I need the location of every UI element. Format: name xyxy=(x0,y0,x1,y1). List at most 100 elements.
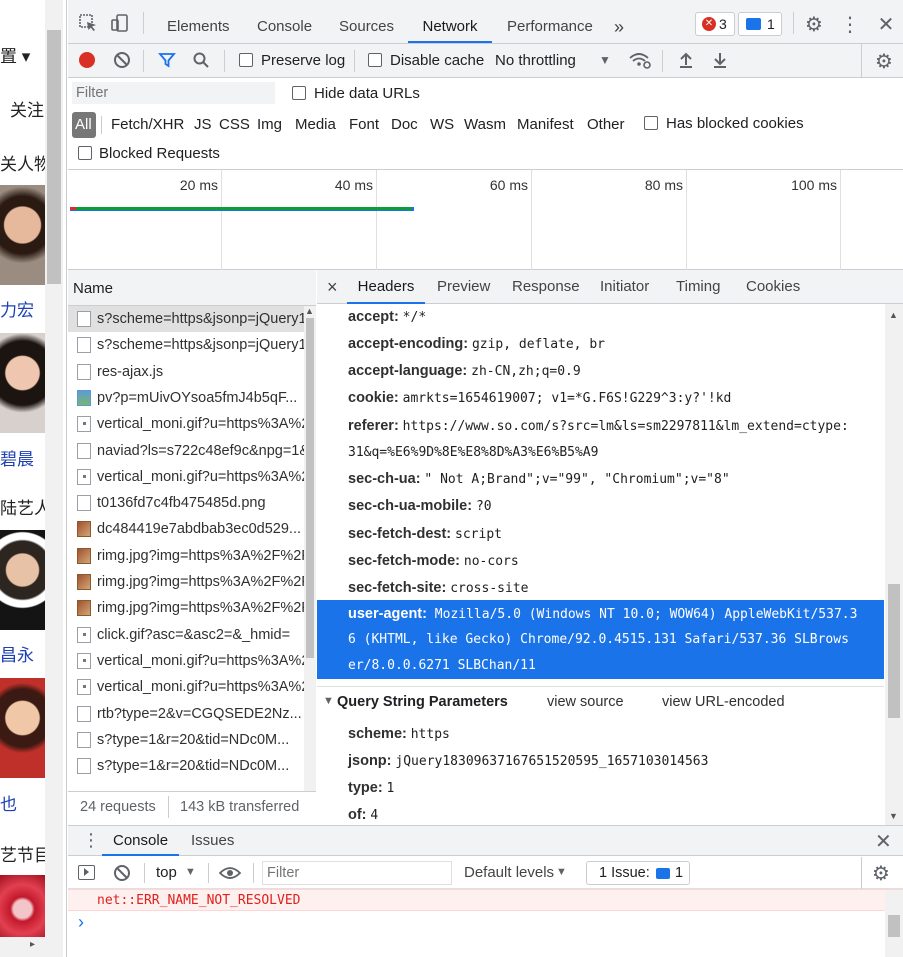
webpage-link-1[interactable]: 力宏 xyxy=(0,296,34,321)
console-scrollbar-thumb[interactable] xyxy=(888,915,900,937)
webpage-fragment-1[interactable]: 置 ▾ xyxy=(0,42,30,67)
query-param-row[interactable]: type: 1 xyxy=(348,779,394,796)
scroll-up-icon[interactable]: ▲ xyxy=(889,310,898,320)
type-filter-js[interactable]: JS xyxy=(194,116,212,133)
export-har-icon[interactable] xyxy=(710,50,730,70)
tab-preview[interactable]: Preview xyxy=(437,270,490,304)
type-filter-ws[interactable]: WS xyxy=(430,116,454,133)
request-header-row[interactable]: sec-ch-ua-mobile: ?0 xyxy=(348,497,492,514)
type-filter-css[interactable]: CSS xyxy=(219,116,250,133)
query-param-row[interactable]: scheme: https xyxy=(348,725,450,742)
request-row[interactable]: vertical_moni.gif?u=https%3A%2 xyxy=(68,648,304,674)
clear-icon[interactable] xyxy=(112,50,132,70)
console-filter-input[interactable] xyxy=(262,861,452,885)
network-conditions-icon[interactable] xyxy=(628,50,652,70)
details-scrollbar[interactable]: ▲ ▼ xyxy=(885,304,903,825)
person-photo[interactable] xyxy=(0,333,45,433)
request-header-row[interactable]: accept-language: zh-CN,zh;q=0.9 xyxy=(348,362,581,379)
request-row[interactable]: naviad?ls=s722c48ef9c&npg=1& xyxy=(68,438,304,464)
view-source-link[interactable]: view source xyxy=(547,694,624,710)
has-blocked-cookies-checkbox[interactable] xyxy=(644,116,658,130)
page-scrollbar[interactable] xyxy=(45,0,63,957)
disable-cache-checkbox[interactable] xyxy=(368,53,382,67)
request-row[interactable]: vertical_moni.gif?u=https%3A%2 xyxy=(68,411,304,437)
tab-timing[interactable]: Timing xyxy=(676,270,720,304)
chevron-down-icon[interactable]: ▼ xyxy=(597,52,613,68)
page-hscrollbar[interactable]: ▸ xyxy=(0,937,45,957)
sidebar-toggle-icon[interactable] xyxy=(78,865,95,880)
blocked-requests-checkbox[interactable] xyxy=(78,146,92,160)
console-error-message[interactable]: net::ERR_NAME_NOT_RESOLVED xyxy=(68,889,903,911)
request-row[interactable]: rimg.jpg?img=https%3A%2F%2F xyxy=(68,569,304,595)
record-icon[interactable] xyxy=(79,52,95,68)
drawer-menu-icon[interactable]: ⋮ xyxy=(82,830,100,851)
issues-counter-button[interactable]: 1 Issue: 1 xyxy=(586,861,690,885)
webpage-link-3[interactable]: 昌永 xyxy=(0,641,34,666)
log-levels-select[interactable]: Default levels xyxy=(464,864,554,881)
request-header-row[interactable]: referer: https://www.so.com/s?src=lm&ls=… xyxy=(348,417,849,434)
type-filter-wasm[interactable]: Wasm xyxy=(464,116,506,133)
triangle-down-icon[interactable]: ▼ xyxy=(323,695,334,707)
inspect-element-icon[interactable] xyxy=(76,13,100,33)
console-prompt[interactable]: › xyxy=(78,912,84,933)
settings-gear-icon[interactable]: ⚙ xyxy=(802,12,826,36)
console-scrollbar[interactable] xyxy=(885,890,903,957)
search-icon[interactable] xyxy=(191,50,211,70)
query-param-row[interactable]: of: 4 xyxy=(348,806,378,823)
request-row[interactable]: t0136fd7c4fb475485d.png xyxy=(68,490,304,516)
tab-headers[interactable]: Headers xyxy=(347,270,425,304)
request-row[interactable]: dc484419e7abdbab3ec0d529... xyxy=(68,516,304,542)
request-row[interactable]: rtb?type=2&v=CGQSEDE2Nz... xyxy=(68,701,304,727)
device-toolbar-icon[interactable] xyxy=(108,13,132,33)
chevron-down-icon[interactable]: ▼ xyxy=(185,866,196,878)
show-photo[interactable] xyxy=(0,875,45,937)
request-header-row[interactable]: sec-fetch-mode: no-cors xyxy=(348,552,519,569)
request-row[interactable]: rimg.jpg?img=https%3A%2F%2F xyxy=(68,543,304,569)
timeline-overview[interactable]: 20 ms 40 ms 60 ms 80 ms 100 ms xyxy=(68,170,903,270)
tab-sources[interactable]: Sources xyxy=(339,0,394,43)
request-row[interactable]: s?type=1&r=20&tid=NDc0M... xyxy=(68,727,304,753)
query-string-section-title[interactable]: Query String Parameters xyxy=(337,694,508,710)
request-row[interactable]: res-ajax.js xyxy=(68,359,304,385)
scroll-up-icon[interactable]: ▲ xyxy=(305,306,314,316)
scroll-down-icon[interactable]: ▼ xyxy=(889,811,898,821)
request-header-row[interactable]: cookie: amrkts=1654619007; v1=*G.F6S!G22… xyxy=(348,389,731,406)
messages-badge[interactable]: 1 xyxy=(738,12,782,36)
throttling-select[interactable]: No throttling xyxy=(495,52,576,69)
drawer-tab-console[interactable]: Console xyxy=(102,826,180,856)
type-filter-img[interactable]: Img xyxy=(257,116,282,133)
context-select[interactable]: top xyxy=(156,864,177,881)
customize-menu-icon[interactable]: ⋮ xyxy=(838,12,862,36)
filter-funnel-icon[interactable] xyxy=(157,50,177,70)
request-list-scrollbar-thumb[interactable] xyxy=(306,318,314,658)
tab-console[interactable]: Console xyxy=(257,0,312,43)
preserve-log-checkbox[interactable] xyxy=(239,53,253,67)
close-devtools-icon[interactable]: ✕ xyxy=(874,12,898,36)
type-filter-all[interactable]: All xyxy=(72,112,96,138)
console-settings-gear-icon[interactable]: ⚙ xyxy=(872,861,890,886)
close-drawer-icon[interactable]: ✕ xyxy=(875,829,892,854)
tab-network[interactable]: Network xyxy=(408,0,492,43)
type-filter-manifest[interactable]: Manifest xyxy=(517,116,574,133)
type-filter-media[interactable]: Media xyxy=(295,116,336,133)
type-filter-other[interactable]: Other xyxy=(587,116,625,133)
request-header-row[interactable]: 31&q=%E6%9D%8E%E8%8D%A3%E6%B5%A9 xyxy=(348,443,598,460)
import-har-icon[interactable] xyxy=(676,50,696,70)
request-row[interactable]: s?scheme=https&jsonp=jQuery183 xyxy=(68,306,304,332)
request-row[interactable]: vertical_moni.gif?u=https%3A%2 xyxy=(68,464,304,490)
request-row[interactable]: vertical_moni.gif?u=https%3A%2 xyxy=(68,674,304,700)
tab-initiator[interactable]: Initiator xyxy=(600,270,649,304)
request-header-row[interactable]: accept-encoding: gzip, deflate, br xyxy=(348,335,605,352)
tab-cookies[interactable]: Cookies xyxy=(746,270,800,304)
webpage-fragment-2[interactable]: 关注 xyxy=(10,96,44,121)
person-photo[interactable] xyxy=(0,185,45,285)
request-row[interactable]: rimg.jpg?img=https%3A%2F%2F xyxy=(68,595,304,621)
request-header-row[interactable]: sec-fetch-dest: script xyxy=(348,525,502,542)
person-photo[interactable] xyxy=(0,678,45,778)
more-tabs-button[interactable]: » xyxy=(614,0,624,43)
header-user-agent-selected[interactable]: user-agent: Mozilla/5.0 (Windows NT 10.0… xyxy=(317,600,884,679)
tab-performance[interactable]: Performance xyxy=(507,0,593,43)
person-photo[interactable] xyxy=(0,530,45,630)
query-param-row[interactable]: jsonp: jQuery18309637167651520595_165710… xyxy=(348,752,708,769)
request-header-row[interactable]: sec-ch-ua: " Not A;Brand";v="99", "Chrom… xyxy=(348,470,730,487)
